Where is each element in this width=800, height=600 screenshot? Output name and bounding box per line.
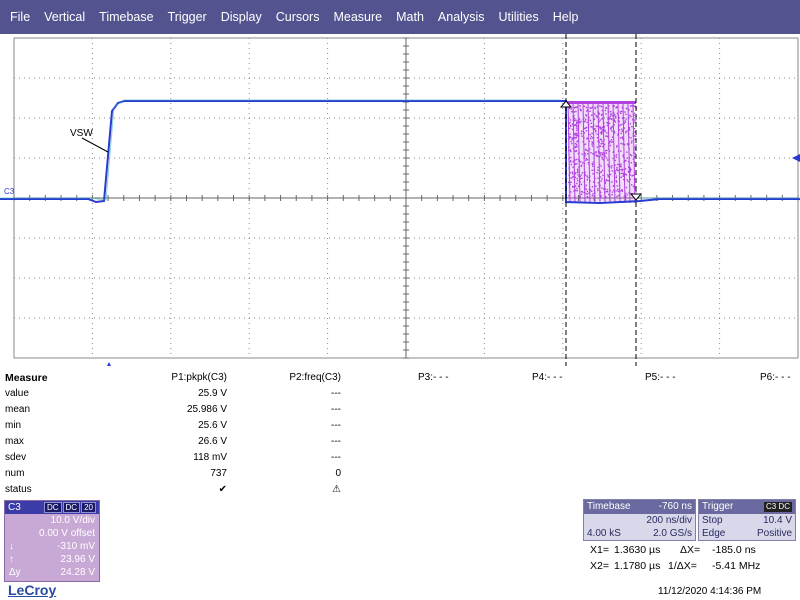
lecroy-logo[interactable]: LeCroy <box>8 582 56 598</box>
cursor-x2-label: X2= <box>590 560 609 572</box>
cursor-dx-value: -185.0 ns <box>712 544 756 556</box>
measure-header-p5[interactable]: P5:- - - <box>645 370 676 386</box>
menu-display[interactable]: Display <box>214 0 269 34</box>
measure-p2-value: 0 <box>335 468 341 479</box>
menu-utilities[interactable]: Utilities <box>491 0 545 34</box>
measure-header-p4[interactable]: P4:- - - <box>532 370 563 386</box>
trace-label-leader <box>81 137 109 153</box>
trigger-title: Trigger <box>702 501 734 512</box>
cursor2-icon: ↑ <box>9 554 14 565</box>
measure-row-label: sdev <box>5 452 27 463</box>
measure-row-label: value <box>5 388 29 399</box>
cursor-x2-value: 1.1780 µs <box>614 560 661 572</box>
channel-level-marker[interactable]: C3 <box>4 187 15 196</box>
scope-display[interactable]: VSW C3 <box>0 34 800 366</box>
channel-descriptor-box[interactable]: C3 DC DC 20 10.0 V/div 0.00 V offset ↓ -310 … <box>4 500 100 582</box>
cursor-inv-dx-value: -5.41 MHz <box>712 560 761 572</box>
channel-cursor2-value: 23.96 V <box>60 554 95 565</box>
menu-timebase[interactable]: Timebase <box>92 0 160 34</box>
channel-tag: 20 <box>81 502 96 513</box>
timebase-ns-div: 200 ns/div <box>646 515 692 526</box>
measure-p1-value: 25.986 V <box>186 404 227 415</box>
timebase-rate: 2.0 GS/s <box>653 528 692 539</box>
cursor1-icon: ↓ <box>9 541 14 552</box>
measure-row-label: num <box>5 468 25 479</box>
channel-tag: DC <box>43 502 62 513</box>
trigger-level: 10.4 V <box>763 515 792 526</box>
measure-p1-value: ✔ <box>218 484 227 495</box>
menu-bar: File Vertical Timebase Trigger Display Cursor… <box>0 0 800 34</box>
menu-analysis[interactable]: Analysis <box>431 0 492 34</box>
waveform-grid[interactable]: VSW C3 <box>0 34 800 366</box>
measure-row: value 25.9 V --- <box>0 386 800 402</box>
measure-header-p1[interactable]: P1:pkpk(C3) <box>171 370 227 386</box>
trigger-level-icon[interactable] <box>792 154 800 162</box>
channel-vdiv: 10.0 V/div <box>50 515 95 526</box>
menu-math[interactable]: Math <box>389 0 431 34</box>
channel-offset: 0.00 V offset <box>39 528 95 539</box>
trace-label: VSW <box>70 128 93 139</box>
measure-row-label: min <box>5 420 22 431</box>
measure-p1-value: 737 <box>210 468 227 479</box>
measure-p1-value: 26.6 V <box>198 436 227 447</box>
timebase-title: Timebase <box>587 501 631 512</box>
menu-measure[interactable]: Measure <box>326 0 389 34</box>
timebase-box[interactable]: Timebase -760 ns 200 ns/div 4.00 kS 2.0 GS… <box>583 499 696 541</box>
menu-trigger[interactable]: Trigger <box>161 0 214 34</box>
date-time: 11/12/2020 4:14:36 PM <box>658 586 762 597</box>
menu-cursors[interactable]: Cursors <box>269 0 327 34</box>
delta-y-label: Δy <box>9 567 21 578</box>
cursor-x1-value: 1.3630 µs <box>614 544 661 556</box>
measure-row-label: max <box>5 436 24 447</box>
timebase-delay: -760 ns <box>658 501 692 512</box>
measure-title: Measure <box>5 372 48 384</box>
channel-tag: DC <box>62 502 81 513</box>
measure-header-p3[interactable]: P3:- - - <box>418 370 449 386</box>
cursor-dx-label: ΔX= <box>680 544 701 556</box>
channel-cursor1-value: -310 mV <box>57 541 95 552</box>
trigger-mode: Stop <box>702 515 723 526</box>
channel-descriptor-header: C3 DC DC 20 <box>5 501 99 514</box>
cursor-inv-dx-label: 1/ΔX= <box>668 560 697 572</box>
measure-row-label: status <box>5 484 32 495</box>
measure-table: Measure P1:pkpk(C3) P2:freq(C3) P3:- - - P4:… <box>0 370 800 498</box>
measure-p1-value: 25.9 V <box>198 388 227 399</box>
measure-p1-value: 118 mV <box>193 452 227 463</box>
measure-p2-value: --- <box>331 436 341 447</box>
trigger-slope: Positive <box>756 528 792 539</box>
measure-p2-value: --- <box>331 404 341 415</box>
measure-p2-value: --- <box>331 388 341 399</box>
cursor-x1-label: X1= <box>590 544 609 556</box>
measure-row: num 737 0 <box>0 466 800 482</box>
measure-p1-value: 25.6 V <box>198 420 227 431</box>
trigger-channel-tag: C3 DC <box>763 502 792 512</box>
measure-p2-value: --- <box>331 452 341 463</box>
measure-p2-value: --- <box>331 420 341 431</box>
measure-row: status ✔ ⚠ <box>0 482 800 498</box>
waveform-trace-shadow <box>0 99 800 201</box>
channel-delta-value: 24.28 V <box>60 567 95 578</box>
timebase-samples: 4.00 kS <box>587 528 621 539</box>
measure-row-label: mean <box>5 404 31 415</box>
measure-header-p6[interactable]: P6:- - - <box>760 370 791 386</box>
menu-file[interactable]: File <box>3 0 37 34</box>
measure-row: sdev 118 mV --- <box>0 450 800 466</box>
menu-help[interactable]: Help <box>546 0 586 34</box>
measure-row: mean 25.986 V --- <box>0 402 800 418</box>
menu-vertical[interactable]: Vertical <box>37 0 92 34</box>
trigger-position-icon[interactable] <box>106 362 112 366</box>
trigger-box[interactable]: Trigger C3 DC Stop 10.4 V Edge Positive <box>698 499 796 541</box>
trigger-type: Edge <box>702 528 726 539</box>
waveform-trace <box>0 100 800 205</box>
channel-name: C3 <box>8 502 21 513</box>
measure-row: min 25.6 V --- <box>0 418 800 434</box>
measure-p2-value: ⚠ <box>332 484 341 495</box>
measure-row: max 26.6 V --- <box>0 434 800 450</box>
measure-header-p2[interactable]: P2:freq(C3) <box>289 370 341 386</box>
